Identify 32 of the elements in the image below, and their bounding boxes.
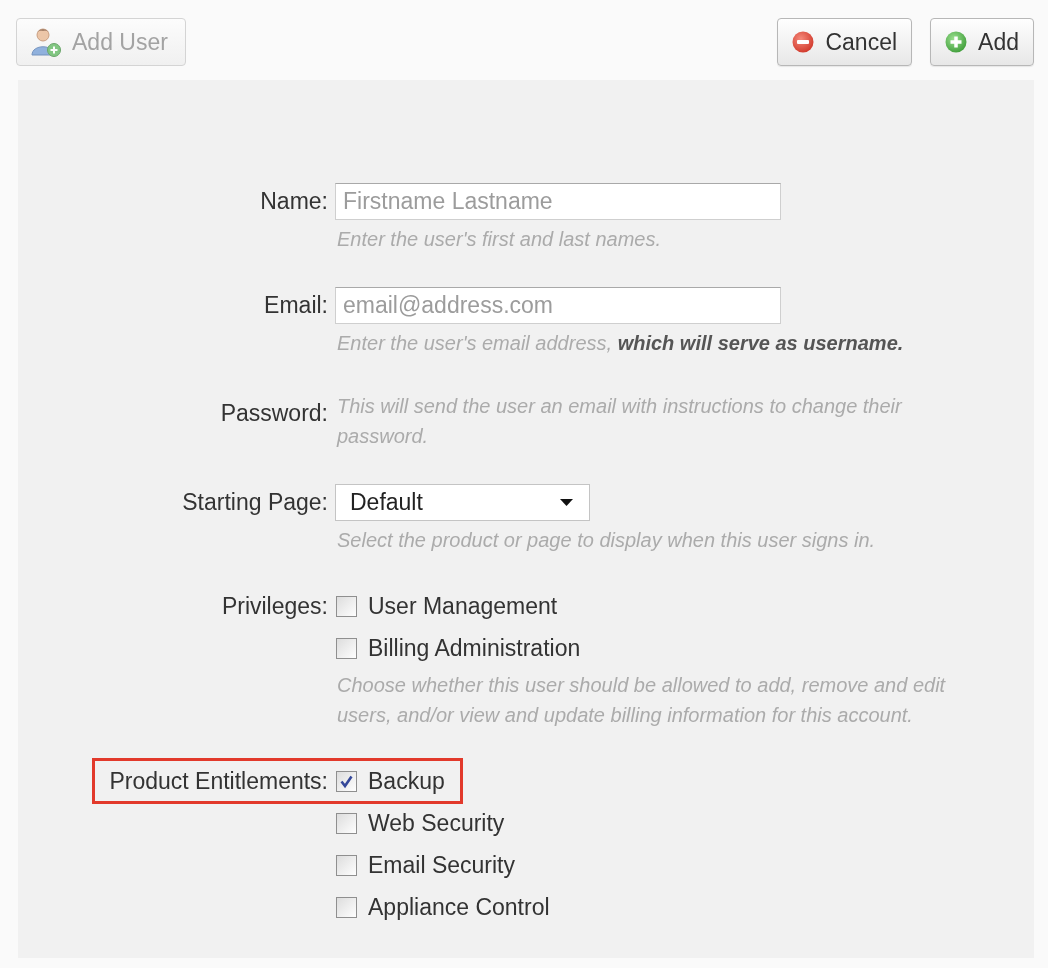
checkbox[interactable]: [336, 896, 357, 918]
add-button[interactable]: Add: [930, 18, 1034, 66]
checkbox[interactable]: [336, 637, 357, 659]
checkbox-label[interactable]: Backup: [368, 767, 445, 795]
checkbox[interactable]: [336, 854, 357, 876]
field-label: Password:: [220, 399, 328, 428]
checkbox-label[interactable]: Billing Administration: [368, 634, 581, 662]
field-label: Starting Page:: [182, 488, 328, 517]
checkbox-label[interactable]: Web Security: [368, 809, 505, 837]
minus-circle-icon: [792, 31, 815, 53]
checkbox-label[interactable]: User Management: [368, 592, 558, 620]
text-field[interactable]: Firstname Lastname: [335, 183, 781, 220]
help-text: Enter the user's email address, which will serve as username.: [336, 331, 905, 356]
checkbox[interactable]: [336, 812, 357, 834]
plus-circle-icon: [945, 31, 968, 53]
help-text: Select the product or page to display when this user signs in.: [336, 528, 877, 553]
help-text: Choose whether this user should be allowed to add, remove and edit users, and/or view and update billing information for this account.: [336, 673, 947, 728]
field-label: Privileges:: [221, 592, 328, 621]
person-plus-icon: [31, 27, 61, 57]
checkbox-label[interactable]: Email Security: [368, 851, 515, 879]
field-label: Email:: [264, 291, 328, 320]
field-label: Name:: [260, 187, 328, 216]
help-text: This will send the user an email with instructions to change their password.: [335, 394, 904, 449]
help-text: Enter the user's first and last names.: [336, 227, 662, 252]
cancel-button[interactable]: Cancel: [777, 18, 913, 66]
caret-icon: [560, 499, 573, 506]
field-label: Product Entitlements:: [109, 767, 328, 796]
checkbox[interactable]: [336, 770, 357, 792]
dropdown[interactable]: Default: [335, 484, 590, 521]
checkbox-label[interactable]: Appliance Control: [368, 893, 550, 921]
text-field[interactable]: email@address.com: [335, 287, 781, 324]
checkbox[interactable]: [336, 595, 357, 617]
